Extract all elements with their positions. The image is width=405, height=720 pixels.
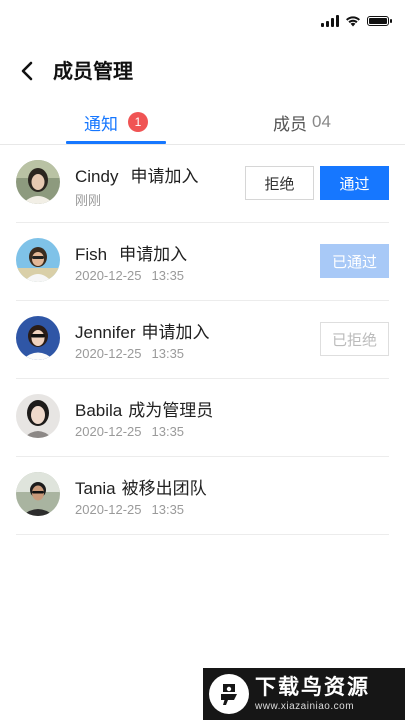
date: 2020-12-25 <box>75 268 142 283</box>
avatar <box>16 394 60 438</box>
approve-button[interactable]: 通过 <box>320 166 389 200</box>
member-name: Jennifer <box>75 323 136 342</box>
avatar <box>16 160 60 204</box>
wifi-icon <box>346 16 360 27</box>
tab-members-count: 04 <box>312 112 331 131</box>
timestamp: 2020-12-25 13:35 <box>75 346 184 361</box>
time: 13:35 <box>151 502 185 517</box>
notification-text: Babila 成为管理员 <box>75 396 213 421</box>
date: 2020-12-25 <box>75 346 142 361</box>
member-name: Cindy <box>75 167 119 186</box>
date: 2020-12-25 <box>75 424 142 439</box>
member-name: Babila <box>75 401 123 420</box>
notification-action: 申请加入 <box>119 245 188 264</box>
page-title: 成员管理 <box>53 61 133 83</box>
time: 13:35 <box>151 268 185 283</box>
status-badge-approved: 已通过 <box>320 244 389 278</box>
tab-bar: 通知 1 成员 04 <box>0 100 405 145</box>
notification-text: Fish 申请加入 <box>75 240 187 265</box>
watermark-text: 下载鸟资源 www.xiazainiao.com <box>255 676 370 713</box>
list-item: Cindy 申请加入 刚刚 拒绝 通过 <box>16 145 389 223</box>
timestamp: 2020-12-25 13:35 <box>75 268 184 283</box>
watermark-title: 下载鸟资源 <box>255 675 370 699</box>
avatar <box>16 316 60 360</box>
active-tab-indicator <box>66 141 166 144</box>
notification-action: 成为管理员 <box>128 401 214 420</box>
battery-icon <box>367 16 392 26</box>
avatar <box>16 238 60 282</box>
notification-text: Tania 被移出团队 <box>75 474 207 499</box>
signal-icon <box>321 15 339 27</box>
header: 成员管理 <box>0 52 405 92</box>
tab-members[interactable]: 成员 04 <box>273 100 331 144</box>
tab-notifications[interactable]: 通知 1 <box>84 100 148 144</box>
status-badge-rejected: 已拒绝 <box>320 322 389 356</box>
notification-action: 申请加入 <box>141 323 210 342</box>
list-item: Fish 申请加入 2020-12-25 13:35 已通过 <box>16 223 389 301</box>
member-name: Fish <box>75 245 108 264</box>
timestamp: 刚刚 <box>75 193 102 208</box>
list-item: Tania 被移出团队 2020-12-25 13:35 <box>16 457 389 535</box>
avatar <box>16 472 60 516</box>
notification-text: Jennifer 申请加入 <box>75 318 209 343</box>
watermark: 下载鸟资源 www.xiazainiao.com <box>203 668 405 720</box>
time: 13:35 <box>151 424 185 439</box>
member-name: Tania <box>75 479 116 498</box>
list-item: Babila 成为管理员 2020-12-25 13:35 <box>16 379 389 457</box>
chevron-left-icon[interactable] <box>14 58 40 84</box>
list-item: Jennifer 申请加入 2020-12-25 13:35 已拒绝 <box>16 301 389 379</box>
tab-notifications-label: 通知 <box>84 114 118 134</box>
status-bar <box>0 0 405 46</box>
status-icons <box>321 15 392 27</box>
notification-list: Cindy 申请加入 刚刚 拒绝 通过 Fish 申请加入 2020-12-25 13… <box>16 145 389 535</box>
watermark-url: www.xiazainiao.com <box>255 700 355 712</box>
notification-badge: 1 <box>128 112 148 132</box>
reject-button[interactable]: 拒绝 <box>245 166 314 200</box>
time: 13:35 <box>151 346 185 361</box>
timestamp: 2020-12-25 13:35 <box>75 424 184 439</box>
timestamp: 2020-12-25 13:35 <box>75 502 184 517</box>
tab-members-label: 成员 <box>273 114 307 134</box>
bird-logo-icon <box>209 674 249 714</box>
notification-text: Cindy 申请加入 <box>75 162 198 187</box>
notification-action: 申请加入 <box>130 167 199 186</box>
notification-action: 被移出团队 <box>121 479 207 498</box>
date: 2020-12-25 <box>75 502 142 517</box>
